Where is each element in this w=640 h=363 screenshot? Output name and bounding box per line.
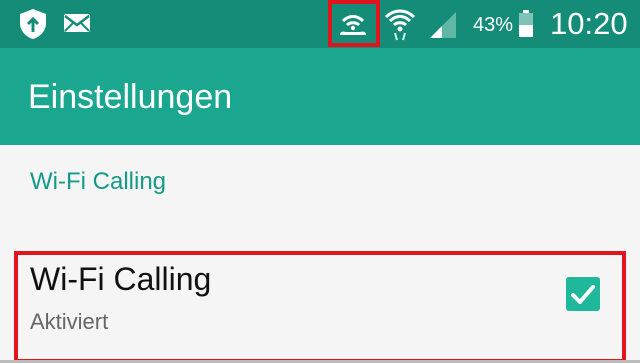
battery-percent: 43% — [473, 14, 514, 36]
wifi-calling-checkbox[interactable] — [566, 277, 600, 311]
checkmark-icon — [571, 285, 595, 304]
settings-content: Wi-Fi Calling Wi-Fi Calling Aktiviert — [0, 145, 640, 363]
battery-icon — [519, 10, 533, 37]
section-header: Wi-Fi Calling — [30, 168, 167, 195]
status-bar: 43% 10:20 — [0, 0, 640, 48]
setting-title: Wi-Fi Calling — [30, 261, 212, 297]
wifi-calling-highlight — [328, 0, 380, 47]
app-bar: Einstellungen — [0, 48, 640, 145]
wifi-icon — [384, 9, 416, 41]
wifi-calling-setting-row[interactable]: Wi-Fi Calling Aktiviert — [14, 251, 626, 363]
page-title: Einstellungen — [28, 78, 233, 116]
status-clock: 10:20 — [550, 6, 628, 41]
shield-app-icon — [20, 9, 46, 39]
setting-summary: Aktiviert — [30, 309, 109, 334]
cellular-signal-icon — [430, 12, 456, 38]
mail-icon — [64, 14, 90, 32]
